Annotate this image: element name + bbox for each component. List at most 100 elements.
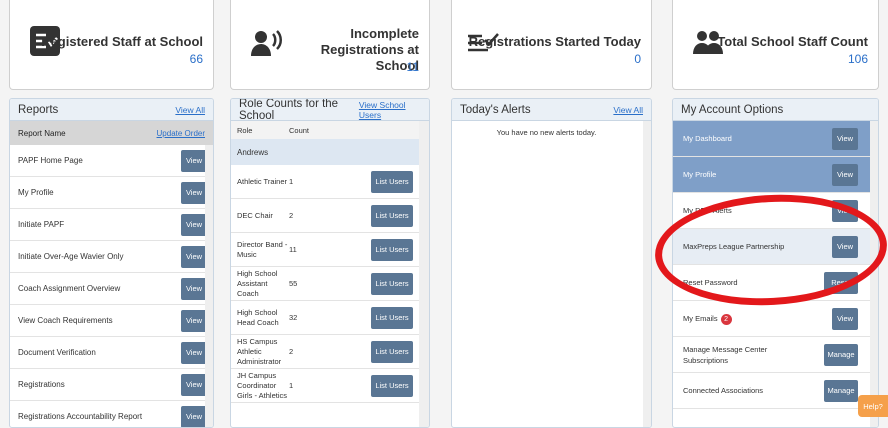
stat-label: Incomplete Registrations at School [320, 26, 419, 73]
stat-label: Registrations Started Today [468, 34, 641, 49]
alerts-panel: Today's Alerts View All You have no new a… [451, 98, 652, 428]
reports-panel: Reports View All Report Name Update Order … [9, 98, 214, 428]
report-view-button[interactable]: View [181, 149, 207, 172]
report-row: Initiate Over-Age Wavier Only View [10, 241, 213, 273]
user-sound-icon [251, 30, 282, 56]
report-row: My Profile View [10, 177, 213, 209]
alerts-title: Today's Alerts [460, 103, 531, 116]
account-option-label: MaxPreps League Partnership [683, 241, 784, 252]
stat-value: 106 [847, 52, 868, 66]
report-view-button[interactable]: View [181, 405, 207, 427]
stat-value: 66 [189, 52, 203, 66]
report-view-button[interactable]: View [181, 277, 207, 300]
role-row: JH Campus Coordinator Girls - Athletics 1… [231, 369, 429, 403]
account-option-text: My Profile [683, 170, 717, 179]
stat-label: Total School Staff Count [717, 34, 868, 49]
account-option-row: Manage Message Center Subscriptions Manag… [673, 337, 878, 373]
report-row: Registrations View [10, 369, 213, 401]
roles-scrollbar[interactable] [419, 121, 429, 427]
role-count: 1 [289, 381, 294, 390]
stat-card-incomplete: Incomplete Registrations at School 11 [230, 0, 430, 90]
account-option-button[interactable]: Manage [824, 379, 858, 402]
account-options-title: My Account Options [681, 103, 784, 116]
account-option-button[interactable]: View [832, 235, 858, 258]
report-row: Initiate PAPF View [10, 209, 213, 241]
role-name: JH Campus Coordinator Girls - Athletics [237, 370, 288, 400]
email-count-badge: 2 [720, 313, 732, 325]
list-users-button[interactable]: List Users [371, 204, 413, 227]
stat-card-started-today: Registrations Started Today 0 [451, 0, 652, 90]
report-row: Coach Assignment Overview View [10, 273, 213, 305]
account-option-row: My DEC Alerts View [673, 193, 878, 229]
account-option-button[interactable]: View [832, 127, 858, 150]
account-option-row: My Dashboard View [673, 121, 878, 157]
role-row: HS Campus Athletic Administrator 2 List Us… [231, 335, 429, 369]
reports-view-all-link[interactable]: View All [175, 105, 205, 115]
report-view-button[interactable]: View [181, 181, 207, 204]
stat-value: 0 [634, 52, 641, 66]
account-option-button[interactable]: View [832, 163, 858, 186]
account-option-text: My DEC Alerts [683, 206, 732, 215]
no-alerts-message: You have no new alerts today. [496, 128, 597, 137]
account-option-label: My Profile [683, 169, 716, 180]
report-view-button[interactable]: View [181, 309, 207, 332]
report-name: Document Verification [18, 348, 96, 357]
account-option-button[interactable]: View [832, 199, 858, 222]
stat-card-total-staff: Total School Staff Count 106 [672, 0, 879, 90]
role-name: DEC Chair [237, 210, 273, 220]
account-scrollbar[interactable] [870, 121, 878, 427]
view-school-users-link[interactable]: View School Users [359, 100, 421, 120]
report-view-button[interactable]: View [181, 373, 207, 396]
account-option-button[interactable]: Reset [824, 271, 858, 294]
alerts-view-all-link[interactable]: View All [613, 105, 643, 115]
role-count: 32 [289, 313, 298, 322]
list-users-button[interactable]: List Users [371, 374, 413, 397]
list-users-button[interactable]: List Users [371, 306, 413, 329]
alerts-scrollbar[interactable] [643, 121, 651, 427]
role-count: 2 [289, 347, 294, 356]
role-row: Director Band - Music 11 List Users [231, 233, 429, 267]
role-count: 1 [289, 177, 294, 186]
help-button[interactable]: Help? [858, 395, 888, 417]
list-users-button[interactable]: List Users [371, 238, 413, 261]
report-view-button[interactable]: View [181, 341, 207, 364]
list-users-button[interactable]: List Users [371, 272, 413, 295]
role-name: High School Head Coach [237, 307, 279, 327]
report-view-button[interactable]: View [181, 245, 207, 268]
account-option-button[interactable]: View [832, 307, 858, 330]
role-count: 55 [289, 279, 298, 288]
report-view-button[interactable]: View [181, 213, 207, 236]
account-option-text: My Emails [683, 313, 718, 323]
account-option-row: MaxPreps League Partnership View [673, 229, 878, 265]
list-users-button[interactable]: List Users [371, 170, 413, 193]
report-name: View Coach Requirements [18, 316, 113, 325]
report-row: Document Verification View [10, 337, 213, 369]
update-order-link[interactable]: Update Order [157, 129, 205, 138]
account-option-label: Reset Password [683, 277, 738, 288]
role-counts-panel: Role Counts for the School View School Us… [230, 98, 430, 428]
report-name: Coach Assignment Overview [18, 284, 121, 293]
account-option-button[interactable]: Manage [824, 343, 858, 366]
report-name: Initiate PAPF [18, 220, 65, 229]
role-counts-title: Role Counts for the School [239, 98, 339, 122]
account-options-panel: My Account Options My Dashboard View My Pr… [672, 98, 879, 428]
role-group-andrews: Andrews [231, 139, 429, 165]
reports-scrollbar[interactable] [205, 145, 213, 427]
report-name-header: Report Name [18, 128, 66, 138]
role-name: High School Assistant Coach [237, 268, 278, 298]
account-option-label: Connected Associations [683, 385, 763, 396]
role-row: DEC Chair 2 List Users [231, 199, 429, 233]
account-option-label: My Dashboard [683, 133, 732, 144]
report-row: PAPF Home Page View [10, 145, 213, 177]
role-column-header: Role [237, 125, 253, 135]
reports-title: Reports [18, 103, 59, 116]
list-users-button[interactable]: List Users [371, 340, 413, 363]
account-option-label: My DEC Alerts [683, 205, 732, 216]
account-option-text: My Dashboard [683, 134, 732, 143]
role-count: 11 [289, 245, 297, 254]
report-name: Registrations [18, 380, 65, 389]
account-option-text: Connected Associations [683, 386, 764, 395]
role-row: Athletic Trainer 1 List Users [231, 165, 429, 199]
account-option-text: Reset Password [683, 278, 738, 287]
role-count: 2 [289, 211, 294, 220]
